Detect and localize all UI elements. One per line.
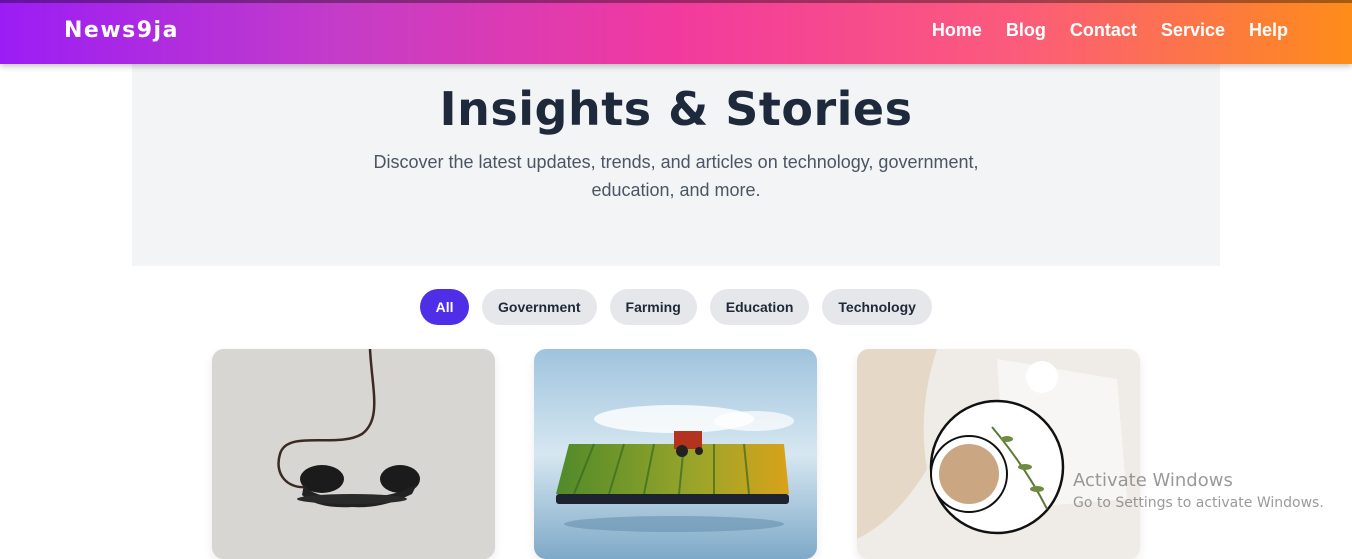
filter-education-button[interactable]: Education — [709, 289, 810, 325]
coffee-cup-image — [857, 349, 1140, 559]
category-filters: All Government Farming Education Technol… — [0, 289, 1352, 325]
telephone-handset-image — [212, 349, 495, 559]
filter-government-button[interactable]: Government — [482, 289, 597, 325]
nav-contact[interactable]: Contact — [1070, 20, 1137, 41]
article-card-3[interactable] — [857, 349, 1140, 559]
nav-help[interactable]: Help — [1249, 20, 1288, 41]
filter-all-button[interactable]: All — [420, 289, 470, 325]
nav-home[interactable]: Home — [932, 20, 982, 41]
article-card-2[interactable] — [534, 349, 817, 559]
page-subtitle: Discover the latest updates, trends, and… — [373, 152, 979, 200]
windows-activation-watermark: Activate Windows Go to Settings to activ… — [1073, 470, 1324, 511]
top-navbar: News9ja Home Blog Contact Service Help — [0, 0, 1352, 64]
nav-service[interactable]: Service — [1161, 20, 1225, 41]
hero-section: Insights & Stories Discover the latest u… — [132, 64, 1220, 266]
page-title: Insights & Stories — [439, 82, 913, 136]
article-card-1[interactable] — [212, 349, 495, 559]
watermark-title: Activate Windows — [1073, 470, 1233, 491]
filter-farming-button[interactable]: Farming — [609, 289, 697, 325]
watermark-subtitle: Go to Settings to activate Windows. — [1073, 495, 1324, 511]
main-nav: Home Blog Contact Service Help — [932, 20, 1288, 41]
nav-blog[interactable]: Blog — [1006, 20, 1046, 41]
farm-phone-image — [534, 349, 817, 559]
filter-technology-button[interactable]: Technology — [822, 289, 932, 325]
site-logo[interactable]: News9ja — [64, 18, 179, 43]
